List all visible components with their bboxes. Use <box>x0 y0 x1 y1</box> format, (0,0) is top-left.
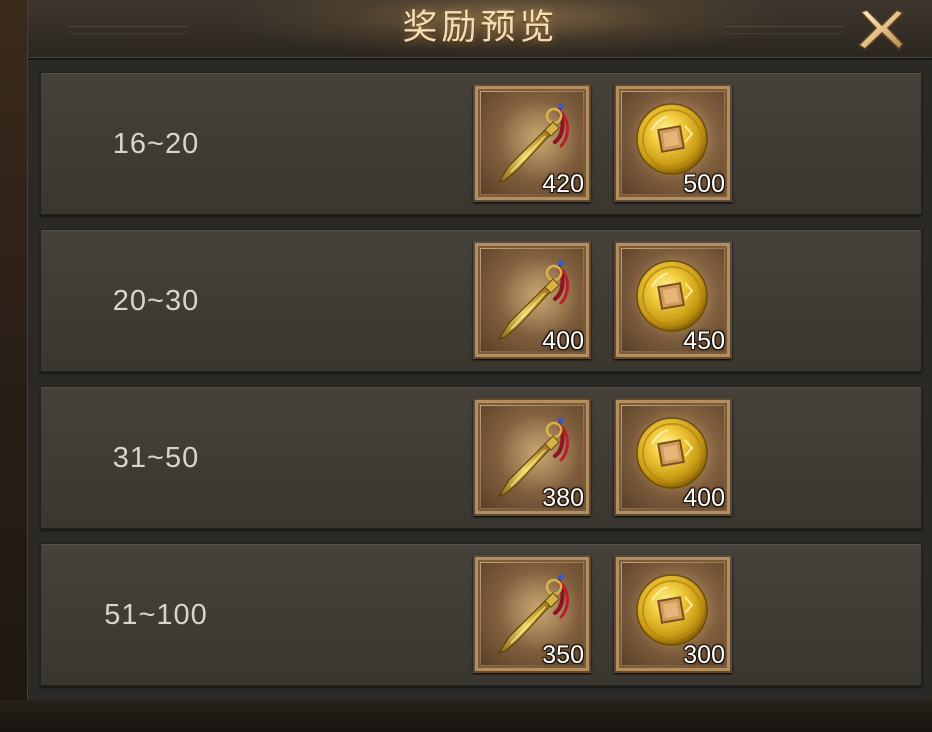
item-quantity: 380 <box>542 484 584 512</box>
reward-item-dagger[interactable]: 350 <box>473 555 591 673</box>
reward-item-dagger[interactable]: 380 <box>473 398 591 516</box>
rank-range-label: 20~30 <box>112 285 200 317</box>
item-quantity: 350 <box>542 641 584 669</box>
background-bottom-edge <box>0 700 932 732</box>
rank-range-label: 16~20 <box>112 128 200 160</box>
close-button[interactable] <box>853 6 909 52</box>
reward-preview-dialog: 奖励预览 16~20 420 500 20~30 400 450 31~50 380 400 51… <box>27 0 932 700</box>
reward-row: 31~50 380 400 <box>40 386 922 529</box>
rank-range-label: 31~50 <box>112 442 200 474</box>
reward-item-dagger[interactable]: 420 <box>473 84 591 202</box>
reward-row: 20~30 400 450 <box>40 229 922 372</box>
reward-rows: 16~20 420 500 20~30 400 450 31~50 380 400 51~100 3… <box>40 72 922 700</box>
item-quantity: 500 <box>683 170 725 198</box>
item-quantity: 450 <box>683 327 725 355</box>
background-left-edge <box>0 0 30 732</box>
reward-item-coin[interactable]: 400 <box>614 398 732 516</box>
item-quantity: 400 <box>683 484 725 512</box>
rank-range-label: 51~100 <box>104 599 208 631</box>
reward-item-coin[interactable]: 450 <box>614 241 732 359</box>
item-quantity: 300 <box>683 641 725 669</box>
dialog-titlebar: 奖励预览 <box>28 0 932 60</box>
reward-row: 16~20 420 500 <box>40 72 922 215</box>
reward-item-coin[interactable]: 500 <box>614 84 732 202</box>
close-x-icon <box>858 9 904 50</box>
reward-row: 51~100 350 300 <box>40 543 922 686</box>
dialog-title: 奖励预览 <box>402 8 559 48</box>
reward-item-dagger[interactable]: 400 <box>473 241 591 359</box>
reward-item-coin[interactable]: 300 <box>614 555 732 673</box>
item-quantity: 420 <box>542 170 584 198</box>
item-quantity: 400 <box>542 327 584 355</box>
